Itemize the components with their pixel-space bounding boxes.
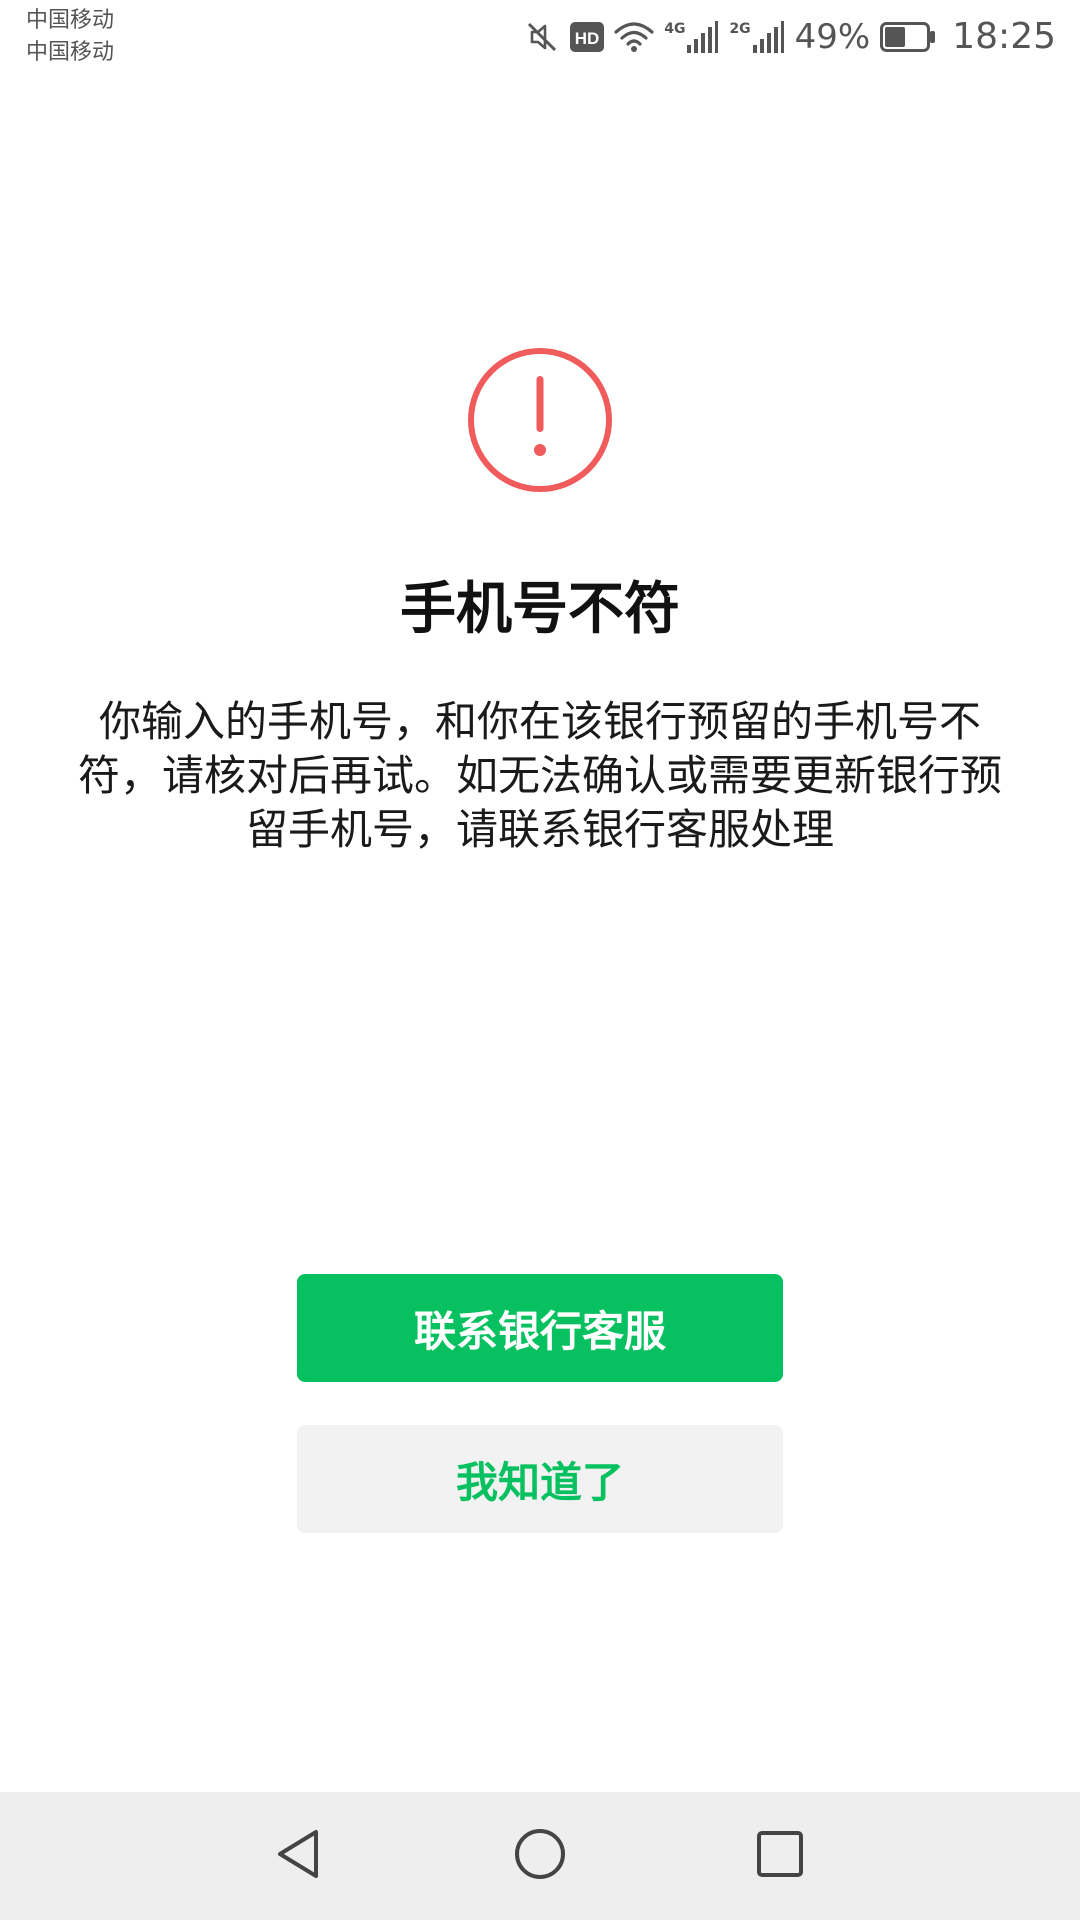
home-button[interactable]	[500, 1816, 580, 1896]
contact-bank-button-label: 联系银行客服	[413, 1306, 666, 1356]
back-button[interactable]	[260, 1816, 340, 1896]
screen: 中国移动 中国移动 HD 4G 2G 49% 18:25 手机号不符 你输入的手…	[0, 0, 1080, 1920]
svg-text:HD: HD	[575, 29, 600, 48]
hd-icon: HD	[570, 22, 605, 52]
carrier-label-1: 中国移动	[26, 8, 115, 33]
page-title: 手机号不符	[400, 577, 680, 642]
network-type-label: 2G	[729, 21, 751, 37]
status-bar: 中国移动 中国移动 HD 4G 2G 49% 18:25	[0, 0, 1080, 80]
clock: 18:25	[952, 16, 1056, 57]
error-description: 你输入的手机号，和你在该银行预留的手机号不符，请核对后再试。如无法确认或需要更新…	[77, 697, 1002, 854]
mute-icon	[524, 19, 560, 55]
status-icons: HD 4G 2G 49% 18:25	[524, 14, 1056, 60]
recent-apps-icon	[752, 1826, 808, 1886]
back-icon	[272, 1826, 328, 1886]
battery-percent: 49%	[794, 17, 871, 57]
warning-icon	[466, 346, 614, 494]
wifi-icon	[614, 20, 654, 54]
acknowledge-button-label: 我知道了	[455, 1457, 624, 1507]
signal-icon: 2G	[729, 19, 784, 55]
battery-icon	[880, 22, 936, 52]
recent-apps-button[interactable]	[740, 1816, 820, 1896]
contact-bank-button[interactable]: 联系银行客服	[297, 1274, 783, 1382]
signal-icon: 4G	[664, 19, 719, 55]
network-type-label: 4G	[664, 21, 686, 37]
home-icon	[512, 1826, 568, 1886]
carrier-label-2: 中国移动	[26, 40, 115, 65]
acknowledge-button[interactable]: 我知道了	[297, 1425, 783, 1533]
navigation-bar	[0, 1792, 1080, 1920]
